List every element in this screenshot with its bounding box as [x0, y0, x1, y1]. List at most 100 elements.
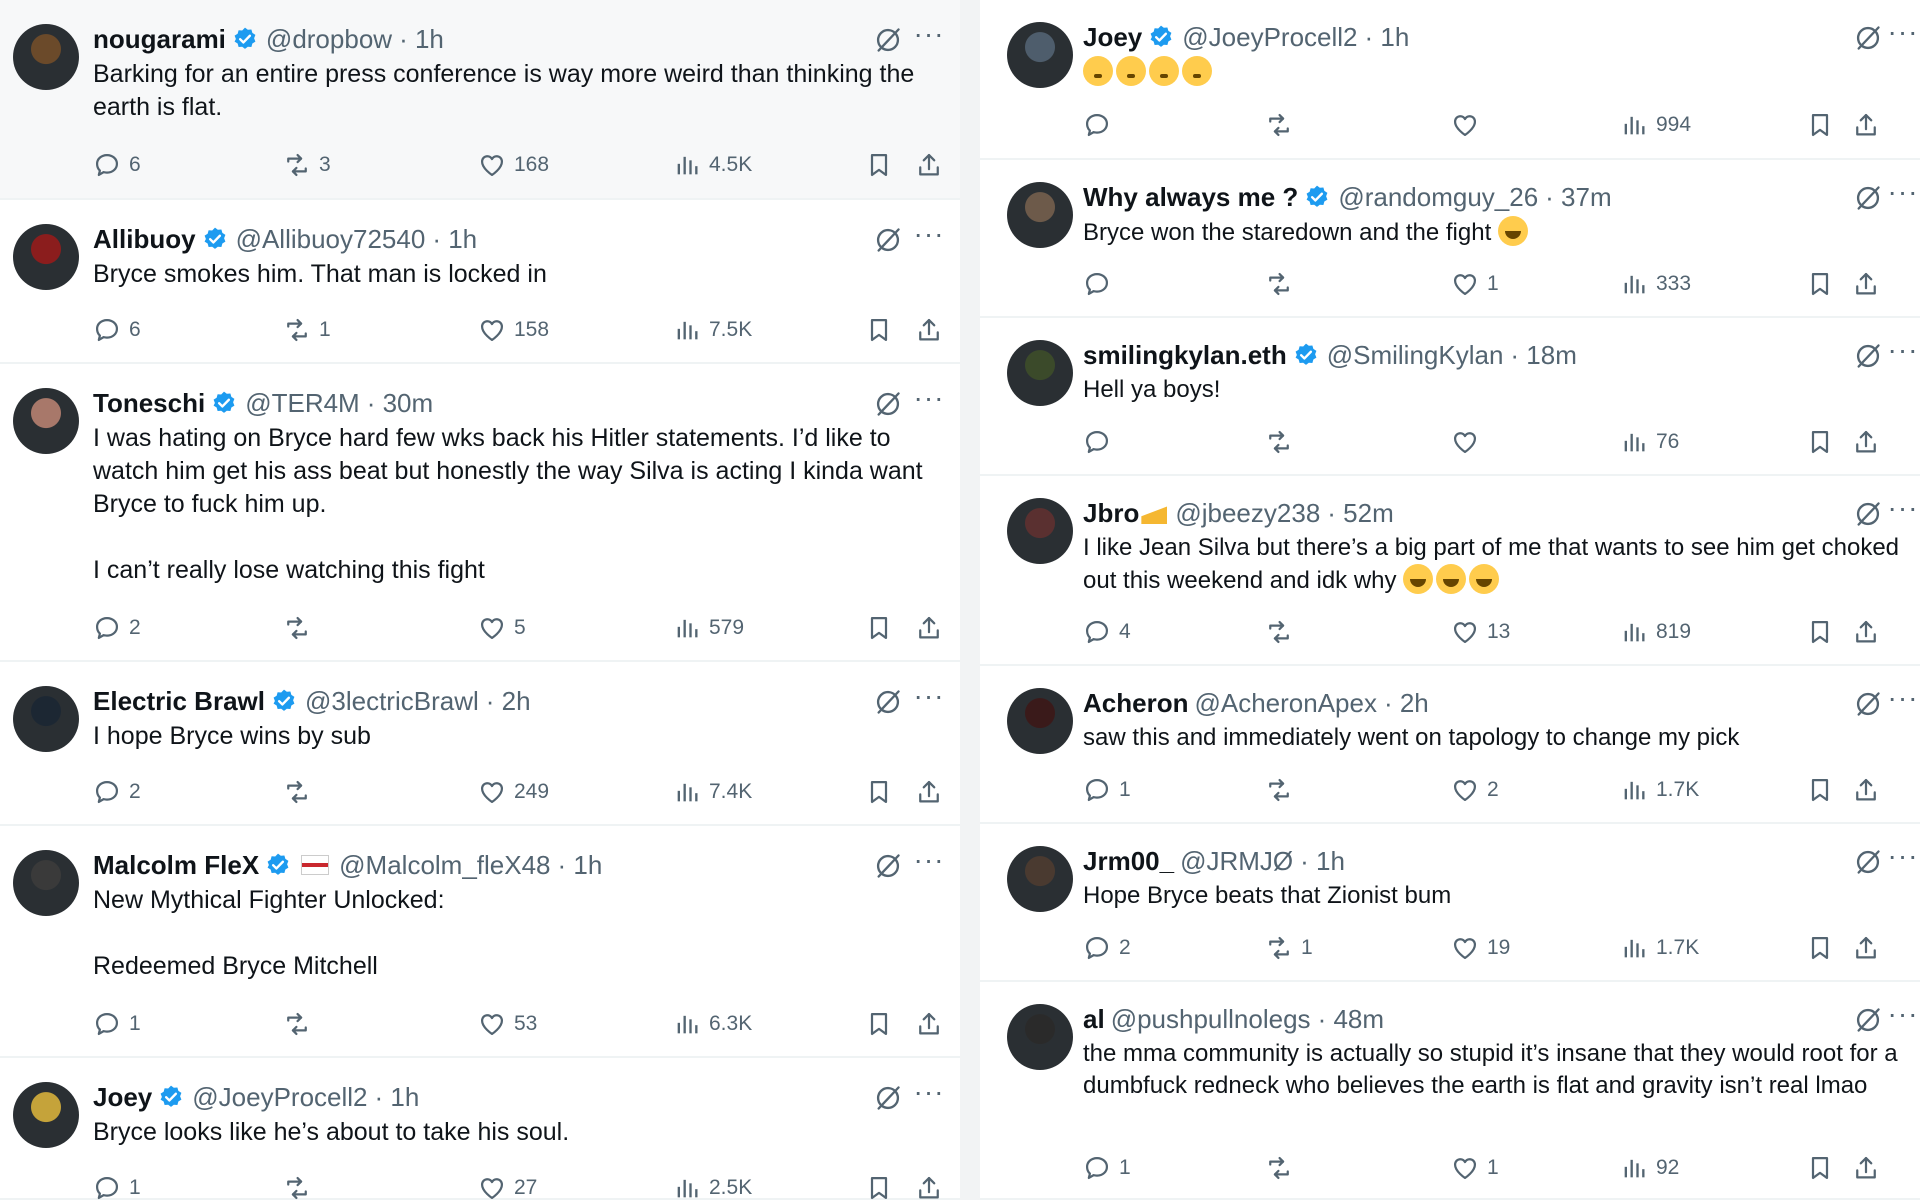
avatar[interactable] — [13, 686, 79, 752]
avatar[interactable] — [1007, 498, 1073, 564]
like-button[interactable]: 5 — [478, 608, 526, 648]
grok-icon[interactable] — [874, 26, 902, 54]
author-name[interactable]: smilingkylan.eth — [1083, 340, 1287, 371]
views-button[interactable]: 994 — [1620, 105, 1691, 145]
post-time[interactable]: · 2h — [486, 686, 531, 717]
avatar[interactable] — [13, 388, 79, 454]
more-options-icon[interactable]: ··· — [1886, 1000, 1920, 1034]
post-time[interactable]: · 1h — [558, 850, 603, 881]
author-handle[interactable]: @Allibuoy72540 — [236, 224, 426, 255]
author-handle[interactable]: @JoeyProcell2 — [192, 1082, 367, 1113]
reply-button[interactable]: 2 — [93, 772, 141, 812]
share-button[interactable] — [915, 1168, 951, 1200]
more-options-icon[interactable]: ··· — [912, 220, 946, 254]
author-handle[interactable]: @JRMJØ — [1180, 846, 1293, 877]
post-time[interactable]: · 37m — [1545, 182, 1611, 213]
author-handle[interactable]: @dropbow — [266, 24, 392, 55]
reply-button[interactable]: 1 — [1083, 770, 1131, 810]
tweet[interactable]: Allibuoy @Allibuoy72540 · 1h ··· Bryce smoke… — [0, 200, 960, 364]
views-button[interactable]: 7.5K — [673, 310, 752, 350]
bookmark-button[interactable] — [865, 1004, 901, 1044]
more-options-icon[interactable]: ··· — [1886, 842, 1920, 876]
grok-icon[interactable] — [1854, 848, 1882, 876]
more-options-icon[interactable]: ··· — [1886, 178, 1920, 212]
tweet[interactable]: Electric Brawl @3lectricBrawl · 2h ··· I hop… — [0, 662, 960, 826]
author-handle[interactable]: @randomguy_26 — [1338, 182, 1538, 213]
author-handle[interactable]: @Malcolm_fleX48 — [339, 850, 550, 881]
reply-button[interactable]: 2 — [93, 608, 141, 648]
retweet-button[interactable] — [283, 1004, 319, 1044]
tweet[interactable]: smilingkylan.eth @SmilingKylan · 18m ··· Hel… — [980, 318, 1920, 476]
views-button[interactable]: 333 — [1620, 264, 1691, 304]
reply-button[interactable]: 2 — [1083, 928, 1131, 968]
author-name[interactable]: Malcolm FleX — [93, 850, 259, 881]
retweet-button[interactable] — [283, 772, 319, 812]
like-button[interactable]: 13 — [1451, 612, 1510, 652]
reply-button[interactable] — [1083, 105, 1119, 145]
views-button[interactable]: 2.5K — [673, 1168, 752, 1200]
share-button[interactable] — [915, 1004, 951, 1044]
bookmark-button[interactable] — [1806, 105, 1842, 145]
bookmark-button[interactable] — [865, 772, 901, 812]
author-name[interactable]: Joey — [93, 1082, 152, 1113]
post-time[interactable]: · 1h — [1300, 846, 1345, 877]
grok-icon[interactable] — [1854, 184, 1882, 212]
tweet[interactable]: Malcolm FleX @Malcolm_fleX48 · 1h ··· New My… — [0, 826, 960, 1058]
like-button[interactable]: 1 — [1451, 1148, 1499, 1188]
like-button[interactable]: 2 — [1451, 770, 1499, 810]
grok-icon[interactable] — [1854, 342, 1882, 370]
post-time[interactable]: · 1h — [399, 24, 444, 55]
avatar[interactable] — [13, 224, 79, 290]
author-handle[interactable]: @SmilingKylan — [1327, 340, 1504, 371]
views-button[interactable]: 1.7K — [1620, 770, 1699, 810]
post-time[interactable]: · 1h — [432, 224, 477, 255]
bookmark-button[interactable] — [865, 608, 901, 648]
retweet-button[interactable] — [283, 608, 319, 648]
share-button[interactable] — [915, 310, 951, 350]
share-button[interactable] — [1852, 105, 1888, 145]
post-time[interactable]: · 1h — [375, 1082, 420, 1113]
bookmark-button[interactable] — [1806, 1148, 1842, 1188]
views-button[interactable]: 1.7K — [1620, 928, 1699, 968]
grok-icon[interactable] — [874, 390, 902, 418]
views-button[interactable]: 76 — [1620, 422, 1679, 462]
retweet-button[interactable] — [1265, 1148, 1301, 1188]
retweet-button[interactable] — [1265, 105, 1301, 145]
reply-button[interactable]: 1 — [93, 1168, 141, 1200]
reply-button[interactable]: 6 — [93, 310, 141, 350]
share-button[interactable] — [1852, 612, 1888, 652]
author-name[interactable]: Toneschi — [93, 388, 205, 419]
avatar[interactable] — [13, 1082, 79, 1148]
reply-button[interactable]: 4 — [1083, 612, 1131, 652]
views-button[interactable]: 92 — [1620, 1148, 1679, 1188]
reply-button[interactable] — [1083, 264, 1119, 304]
author-handle[interactable]: @JoeyProcell2 — [1182, 22, 1357, 53]
bookmark-button[interactable] — [1806, 612, 1842, 652]
like-button[interactable]: 53 — [478, 1004, 537, 1044]
avatar[interactable] — [13, 24, 79, 90]
avatar[interactable] — [1007, 182, 1073, 248]
author-handle[interactable]: @3lectricBrawl — [305, 686, 479, 717]
share-button[interactable] — [915, 608, 951, 648]
author-name[interactable]: al — [1083, 1004, 1105, 1035]
retweet-button[interactable] — [1265, 612, 1301, 652]
author-handle[interactable]: @jbeezy238 — [1175, 498, 1320, 529]
share-button[interactable] — [1852, 770, 1888, 810]
more-options-icon[interactable]: ··· — [1886, 336, 1920, 370]
grok-icon[interactable] — [1854, 1006, 1882, 1034]
share-button[interactable] — [1852, 264, 1888, 304]
tweet[interactable]: al @pushpullnolegs · 48m ··· the mma communi… — [980, 982, 1920, 1200]
tweet[interactable]: Joey @JoeyProcell2 · 1h ··· Bryce looks like… — [0, 1058, 960, 1200]
avatar[interactable] — [13, 850, 79, 916]
grok-icon[interactable] — [874, 852, 902, 880]
retweet-button[interactable] — [283, 1168, 319, 1200]
like-button[interactable]: 158 — [478, 310, 549, 350]
author-name[interactable]: Allibuoy — [93, 224, 196, 255]
bookmark-button[interactable] — [1806, 264, 1842, 304]
avatar[interactable] — [1007, 1004, 1073, 1070]
grok-icon[interactable] — [874, 226, 902, 254]
views-button[interactable]: 819 — [1620, 612, 1691, 652]
author-name[interactable]: Why always me ? — [1083, 182, 1298, 213]
grok-icon[interactable] — [874, 1084, 902, 1112]
like-button[interactable]: 27 — [478, 1168, 537, 1200]
